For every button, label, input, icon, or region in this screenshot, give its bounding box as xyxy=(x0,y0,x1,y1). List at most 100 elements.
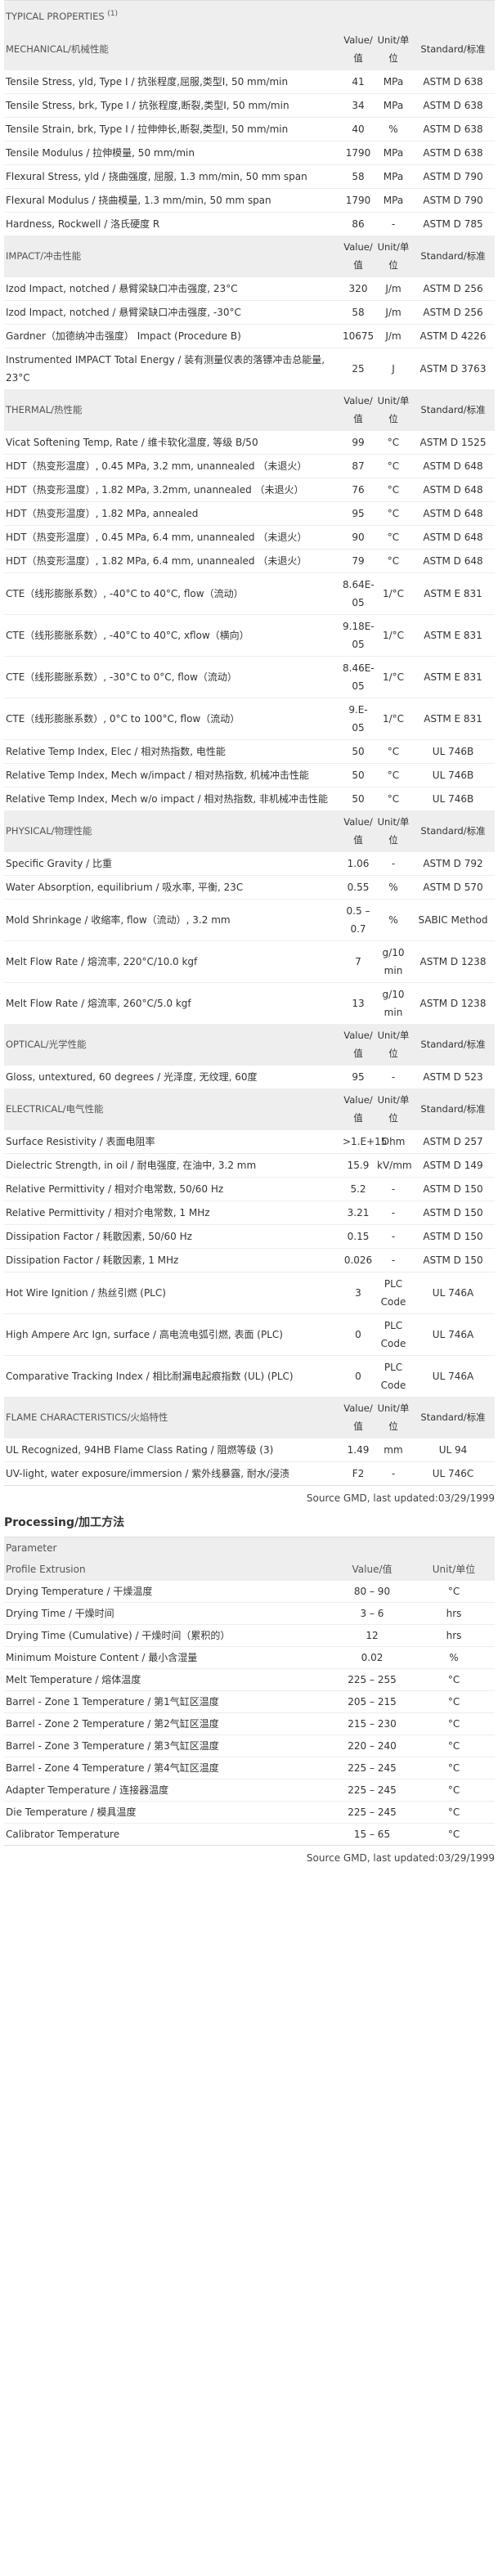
property-label: Relative Temp Index, Mech w/impact / 相对热… xyxy=(4,763,341,788)
processing-label: Minimum Moisture Content / 最小含湿量 xyxy=(4,1646,331,1669)
processing-row: Adapter Temperature / 连接器温度 225 – 245 °C xyxy=(4,1779,496,1802)
property-value: 25 xyxy=(341,348,375,389)
property-standard: ASTM D 523 xyxy=(411,1065,495,1088)
processing-value: 225 – 245 xyxy=(331,1757,413,1779)
property-standard: ASTM D 150 xyxy=(411,1224,495,1249)
property-unit: PLC Code xyxy=(375,1355,411,1397)
typical-properties-title-row: TYPICAL PROPERTIES (1) xyxy=(4,0,495,29)
property-standard: ASTM D 638 xyxy=(411,117,495,141)
typical-properties-title: TYPICAL PROPERTIES (1) xyxy=(4,0,495,29)
property-row: HDT（热变形温度）, 0.45 MPa, 6.4 mm, unannealed… xyxy=(4,525,495,550)
property-standard: UL 746A xyxy=(411,1355,495,1397)
property-label: HDT（热变形温度）, 1.82 MPa, 6.4 mm, unannealed… xyxy=(4,549,341,573)
property-unit: J/m xyxy=(375,276,411,301)
processing-param-label: Parameter xyxy=(4,1537,496,1559)
processing-unit: °C xyxy=(413,1580,496,1603)
property-unit: °C xyxy=(375,787,411,810)
processing-unit: °C xyxy=(413,1801,496,1824)
property-label: Flexural Stress, yld / 挠曲强度, 屈服, 1.3 mm/… xyxy=(4,164,341,189)
property-row: CTE（线形膨胀系数）, -40°C to 40°C, flow（流动） 8.64… xyxy=(4,572,495,615)
processing-label: Drying Temperature / 干燥温度 xyxy=(4,1580,331,1603)
property-value: 41 xyxy=(341,70,375,94)
standard-column-header: Standard/标准 xyxy=(411,1024,495,1066)
property-row: Relative Temp Index, Elec / 相对热指数, 电性能 50… xyxy=(4,739,495,764)
property-row: Hardness, Rockwell / 洛氏硬度 R 86- ASTM D 785 xyxy=(4,212,495,236)
value-column-header: Value/值 xyxy=(341,810,375,852)
property-value: >1.E+15 xyxy=(341,1129,387,1154)
property-value: 99 xyxy=(341,430,375,455)
property-row: Izod Impact, notched / 悬臂梁缺口冲击强度, 23°C 32… xyxy=(4,276,495,301)
property-row: Gardner（加德纳冲击强度） Impact (Procedure B) 106… xyxy=(4,324,495,348)
property-value: 1790 xyxy=(341,141,375,165)
property-standard: ASTM E 831 xyxy=(411,614,495,657)
property-value: 3.21 xyxy=(341,1200,375,1225)
property-standard: ASTM D 570 xyxy=(411,875,495,900)
property-label: Relative Temp Index, Elec / 相对热指数, 电性能 xyxy=(4,739,341,764)
processing-label: Melt Temperature / 熔体温度 xyxy=(4,1668,331,1691)
unit-column-header: Unit/单位 xyxy=(375,1397,411,1438)
property-value: 1.06 xyxy=(341,851,375,876)
property-unit: °C xyxy=(375,430,411,455)
property-value: 8.64E-05 xyxy=(341,572,375,615)
property-label: Relative Permittivity / 相对介电常数, 1 MHz xyxy=(4,1200,341,1225)
property-standard: ASTM E 831 xyxy=(411,572,495,615)
property-standard: UL 746A xyxy=(411,1313,495,1356)
property-value: 9.E-05 xyxy=(341,698,375,740)
property-standard: ASTM D 1525 xyxy=(411,430,495,455)
property-label: Tensile Strain, brk, Type I / 拉伸伸长,断裂,类型… xyxy=(4,117,341,141)
standard-column-header: Standard/标准 xyxy=(411,236,495,277)
property-unit: J/m xyxy=(375,300,411,325)
property-row: Tensile Stress, yld, Type I / 抗张程度,屈服,类型… xyxy=(4,70,495,94)
processing-row: Drying Time / 干燥时间 3 – 6 hrs xyxy=(4,1602,496,1625)
property-label: Dielectric Strength, in oil / 耐电强度, 在油中,… xyxy=(4,1153,341,1178)
property-label: Water Absorption, equilibrium / 吸水率, 平衡,… xyxy=(4,875,341,900)
processing-value: 225 – 245 xyxy=(331,1779,413,1802)
property-label: Relative Temp Index, Mech w/o impact / 相… xyxy=(4,787,341,810)
property-value: 13 xyxy=(341,982,375,1024)
processing-unit: % xyxy=(413,1646,496,1669)
property-label: Gloss, untextured, 60 degrees / 光泽度, 无纹理… xyxy=(4,1065,341,1088)
property-standard: ASTM D 648 xyxy=(411,454,495,478)
property-unit: MPa xyxy=(375,70,411,94)
processing-row: Barrel - Zone 2 Temperature / 第2气缸区温度 215… xyxy=(4,1712,496,1735)
standard-column-header: Standard/标准 xyxy=(411,1397,495,1438)
property-unit: °C xyxy=(375,525,411,550)
property-unit: MPa xyxy=(375,164,411,189)
property-unit: - xyxy=(375,1177,411,1201)
property-row: Relative Permittivity / 相对介电常数, 50/60 Hz… xyxy=(4,1177,495,1201)
property-label: HDT（热变形温度）, 0.45 MPa, 6.4 mm, unannealed… xyxy=(4,525,341,550)
property-row: Hot Wire Ignition / 热丝引燃 (PLC) 3 PLC Code U… xyxy=(4,1272,495,1314)
property-standard: ASTM D 150 xyxy=(411,1248,495,1272)
processing-value: 80 – 90 xyxy=(331,1580,413,1603)
property-standard: UL 746A xyxy=(411,1272,495,1314)
unit-column-header: Unit/单位 xyxy=(375,29,411,70)
property-label: Dissipation Factor / 耗散因素, 50/60 Hz xyxy=(4,1224,341,1249)
property-value: 34 xyxy=(341,93,375,118)
property-unit: - xyxy=(375,212,411,236)
property-label: CTE（线形膨胀系数）, -40°C to 40°C, flow（流动） xyxy=(4,572,341,615)
processing-row: Barrel - Zone 4 Temperature / 第4气缸区温度 225… xyxy=(4,1757,496,1779)
property-standard: UL 94 xyxy=(411,1438,495,1462)
processing-unit-header: Unit/单位 xyxy=(413,1559,496,1581)
processing-unit: °C xyxy=(413,1757,496,1779)
property-value: 8.46E-05 xyxy=(341,656,375,698)
property-label: Flexural Modulus / 挠曲模量, 1.3 mm/min, 50 … xyxy=(4,188,341,213)
value-column-header: Value/值 xyxy=(341,1024,375,1066)
property-value: 9.18E-05 xyxy=(341,614,375,657)
processing-value: 0.02 xyxy=(331,1646,413,1669)
property-standard: ASTM D 1238 xyxy=(411,982,495,1024)
property-standard: ASTM D 149 xyxy=(411,1153,495,1178)
processing-unit: °C xyxy=(413,1690,496,1713)
property-row: HDT（热变形温度）, 1.82 MPa, 6.4 mm, unannealed… xyxy=(4,549,495,573)
property-standard: SABIC Method xyxy=(411,899,495,941)
property-value: 58 xyxy=(341,300,375,325)
property-value: 40 xyxy=(341,117,375,141)
property-row: Flexural Modulus / 挠曲模量, 1.3 mm/min, 50 … xyxy=(4,188,495,213)
section-title: IMPACT/冲击性能 xyxy=(4,236,341,277)
property-unit: g/10 min xyxy=(375,982,411,1024)
processing-value: 205 – 215 xyxy=(331,1690,413,1713)
property-value: 0 xyxy=(341,1313,375,1356)
property-row: Flexural Stress, yld / 挠曲强度, 屈服, 1.3 mm/… xyxy=(4,164,495,189)
property-label: HDT（热变形温度）, 0.45 MPa, 3.2 mm, unannealed… xyxy=(4,454,341,478)
processing-row: Drying Temperature / 干燥温度 80 – 90 °C xyxy=(4,1580,496,1603)
